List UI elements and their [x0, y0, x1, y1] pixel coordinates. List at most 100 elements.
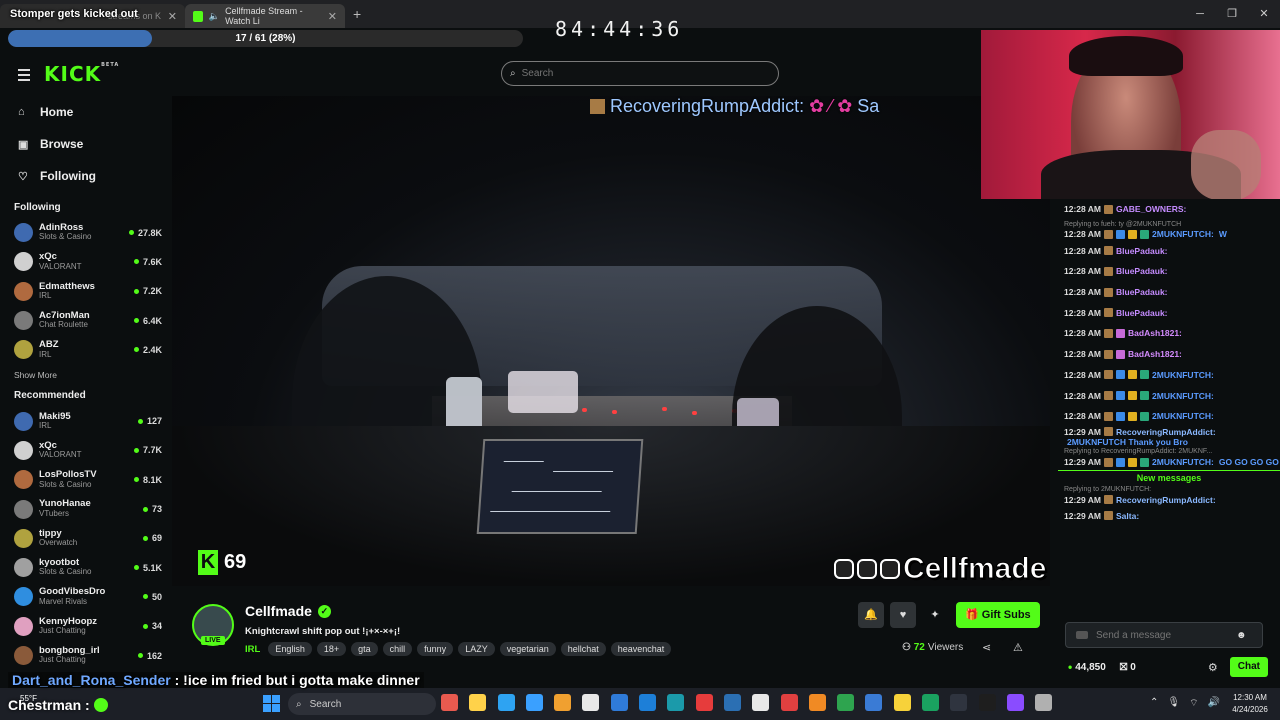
- taskbar-app-icon[interactable]: [922, 694, 940, 711]
- stream-tag[interactable]: hellchat: [560, 642, 606, 656]
- stream-tag[interactable]: chill: [382, 642, 413, 656]
- sidebar-channel[interactable]: KennyHoopz Just Chatting 34: [0, 612, 170, 641]
- taskbar-app-icon[interactable]: [441, 694, 458, 711]
- new-messages-divider[interactable]: New messages: [1058, 469, 1280, 483]
- microphone-icon[interactable]: 🎙: [1167, 697, 1180, 710]
- gift-count[interactable]: ⛝ 0: [1120, 662, 1136, 673]
- close-icon[interactable]: ✕: [168, 10, 177, 23]
- chat-message[interactable]: 12:28 AM 2MUKNFUTCH:: [1058, 406, 1280, 427]
- chat-message[interactable]: 12:28 AM BadAsh1821:: [1058, 323, 1280, 344]
- taskbar-search[interactable]: ⌕ Search: [288, 693, 436, 715]
- chat-username[interactable]: 2MUKNFUTCH:: [1152, 457, 1214, 467]
- stream-tag[interactable]: heavenchat: [610, 642, 672, 656]
- taskbar-app-icon[interactable]: [893, 694, 911, 711]
- emoji-icon[interactable]: ☻: [1236, 630, 1247, 641]
- taskbar-app-icon[interactable]: [1006, 694, 1024, 711]
- category-link[interactable]: IRL: [245, 644, 260, 655]
- chat-username[interactable]: BluePadauk:: [1116, 246, 1168, 256]
- chat-message[interactable]: 12:28 AM GABE_OWNERS:: [1058, 199, 1280, 220]
- sidebar-channel[interactable]: xQc VALORANT 7.6K: [0, 247, 170, 276]
- close-icon[interactable]: ✕: [328, 10, 337, 23]
- taskbar-app-icon[interactable]: [554, 694, 572, 711]
- chat-username[interactable]: BadAsh1821:: [1128, 328, 1182, 338]
- taskbar-app-icon[interactable]: [667, 694, 685, 711]
- chat-username[interactable]: RecoveringRumpAddict:: [1116, 427, 1216, 437]
- chat-username[interactable]: BluePadauk:: [1116, 287, 1168, 297]
- follow-heart-button[interactable]: ♥: [890, 602, 916, 628]
- gift-subs-button[interactable]: 🎁 Gift Subs: [956, 602, 1040, 628]
- chat-username[interactable]: Salta:: [1116, 511, 1139, 521]
- sidebar-channel[interactable]: Maki95 IRL 127: [0, 406, 170, 435]
- chat-message[interactable]: 12:29 AM RecoveringRumpAddict: 2MUKNFUTCH …: [1058, 427, 1280, 448]
- chat-username[interactable]: RecoveringRumpAddict:: [1116, 495, 1216, 505]
- stream-tag[interactable]: gta: [351, 642, 378, 656]
- taskbar-app-icon[interactable]: [525, 694, 543, 711]
- taskbar-app-icon[interactable]: [837, 694, 855, 711]
- new-tab-button[interactable]: +: [353, 6, 361, 22]
- windows-start-icon[interactable]: [263, 695, 280, 712]
- nav-home[interactable]: ⌂ Home: [0, 96, 170, 128]
- network-icon[interactable]: ⌔: [1189, 697, 1198, 710]
- kick-logo[interactable]: KICKBETA: [44, 62, 119, 86]
- chat-message[interactable]: 12:28 AM BluePadauk:: [1058, 302, 1280, 323]
- sidebar-channel[interactable]: ABZ IRL 2.4K: [0, 335, 170, 364]
- channel-name[interactable]: Cellfmade ✓: [245, 603, 331, 619]
- chat-input-box[interactable]: ☻: [1065, 622, 1263, 648]
- chat-message[interactable]: 12:28 AM BluePadauk:: [1058, 240, 1280, 261]
- weather-widget[interactable]: 55°F: [20, 694, 37, 703]
- sidebar-channel[interactable]: AdinRoss Slots & Casino 27.8K: [0, 218, 170, 247]
- minimize-icon[interactable]: ─: [1184, 0, 1216, 28]
- sparkle-button[interactable]: ✦: [922, 602, 948, 628]
- chat-message[interactable]: Replying to 2MUKNFUTCH: 12:29 AM Recoverin…: [1058, 485, 1280, 506]
- close-window-icon[interactable]: ✕: [1248, 0, 1280, 28]
- taskbar-app-icon[interactable]: [978, 694, 996, 711]
- notify-bell-button[interactable]: 🔔: [858, 602, 884, 628]
- chevron-up-icon[interactable]: ⌃: [1150, 697, 1158, 710]
- chat-message[interactable]: Replying to RecoveringRumpAddict: 2MUKNF…: [1058, 447, 1280, 468]
- volume-icon[interactable]: 🔊: [1208, 697, 1220, 710]
- taskbar-app-icon[interactable]: [780, 694, 798, 711]
- sidebar-channel[interactable]: Ac7ionMan Chat Roulette 6.4K: [0, 306, 170, 335]
- taskbar-app-icon[interactable]: [1035, 694, 1053, 711]
- chat-username[interactable]: BadAsh1821:: [1128, 349, 1182, 359]
- video-player[interactable]: RecoveringRumpAddict: ✿ ⁄ ✿ Sa K 69 Cell…: [172, 96, 1050, 586]
- chat-message[interactable]: 12:28 AM 2MUKNFUTCH:: [1058, 365, 1280, 386]
- menu-icon[interactable]: [18, 69, 30, 84]
- chat-username[interactable]: 2MUKNFUTCH:: [1152, 411, 1214, 421]
- show-more-button[interactable]: Show More: [0, 364, 170, 386]
- sidebar-channel[interactable]: bongbong_irl Just Chatting 162: [0, 641, 170, 670]
- chat-username[interactable]: 2MUKNFUTCH:: [1152, 391, 1214, 401]
- stream-tag[interactable]: vegetarian: [499, 642, 556, 656]
- sidebar-channel[interactable]: LosPollosTV Slots & Casino 8.1K: [0, 465, 170, 494]
- taskbar-app-icon[interactable]: [752, 694, 770, 711]
- taskbar-app-icon[interactable]: [639, 694, 657, 711]
- report-icon[interactable]: ⚠: [1013, 641, 1023, 654]
- taskbar-app-icon[interactable]: [469, 694, 487, 711]
- search-input[interactable]: [521, 68, 742, 79]
- stream-tag[interactable]: English: [268, 642, 312, 656]
- sidebar-channel[interactable]: kyootbot Slots & Casino 5.1K: [0, 553, 170, 582]
- chat-username[interactable]: BluePadauk:: [1116, 308, 1168, 318]
- chat-message[interactable]: 12:29 AM Salta:: [1058, 506, 1280, 527]
- sidebar-channel[interactable]: YunoHanae VTubers 73: [0, 494, 170, 523]
- maximize-icon[interactable]: ❐: [1216, 0, 1248, 28]
- taskbar-app-icon[interactable]: [950, 694, 968, 711]
- sidebar-channel[interactable]: tippy Overwatch 69: [0, 524, 170, 553]
- taskbar-app-icon[interactable]: [723, 694, 741, 711]
- nav-following[interactable]: ♡ Following: [0, 160, 170, 192]
- chat-username[interactable]: 2MUKNFUTCH:: [1152, 370, 1214, 380]
- taskbar-app-icon[interactable]: [497, 694, 515, 711]
- sidebar-channel[interactable]: xQc VALORANT 7.7K: [0, 436, 170, 465]
- chat-username[interactable]: BluePadauk:: [1116, 266, 1168, 276]
- share-icon[interactable]: ⋖: [982, 641, 991, 654]
- chat-send-button[interactable]: Chat: [1229, 657, 1268, 677]
- chat-message[interactable]: 12:28 AM BluePadauk:: [1058, 282, 1280, 303]
- speaker-icon[interactable]: 🔈: [209, 11, 220, 22]
- taskbar-app-icon[interactable]: [808, 694, 826, 711]
- search-bar[interactable]: ⌕: [501, 61, 779, 86]
- taskbar-clock[interactable]: 12:30 AM 4/24/2026: [1226, 692, 1274, 716]
- stream-tag[interactable]: LAZY: [458, 642, 495, 656]
- stream-tag[interactable]: funny: [417, 642, 454, 656]
- browser-tab-2[interactable]: 🔈 Cellfmade Stream - Watch Li ✕: [185, 4, 345, 28]
- chat-message[interactable]: 12:28 AM BluePadauk:: [1058, 261, 1280, 282]
